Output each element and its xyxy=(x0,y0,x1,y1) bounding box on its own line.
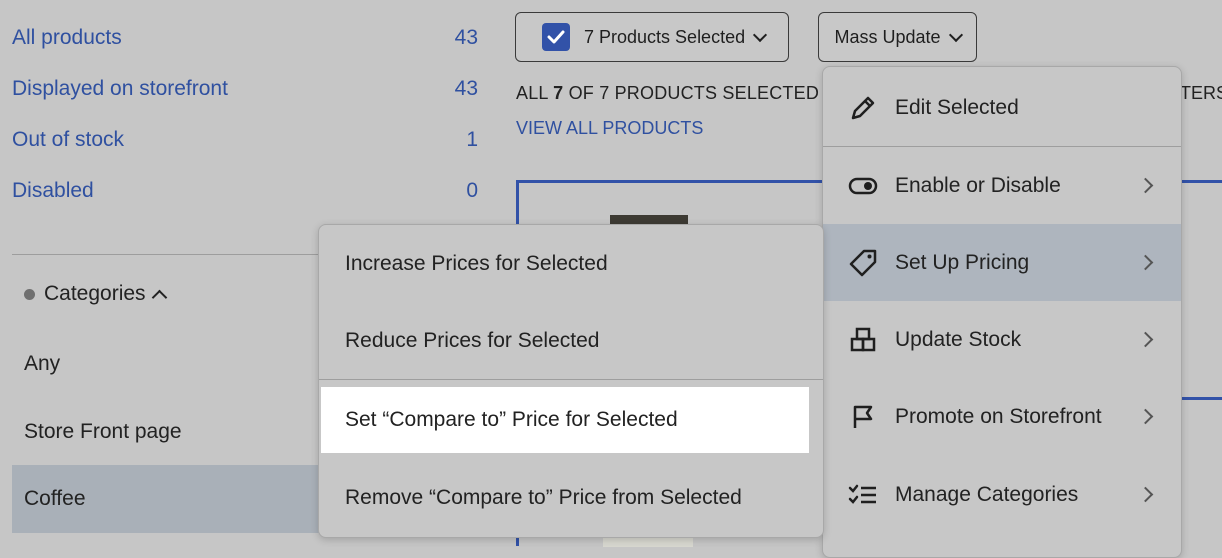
menu-item-manage-categories[interactable]: Manage Categories xyxy=(823,456,1181,533)
toggle-icon xyxy=(847,170,879,202)
filter-count: 43 xyxy=(454,26,478,49)
filter-label: All products xyxy=(12,26,122,49)
boxes-icon xyxy=(847,324,879,356)
submenu-item-reduce-prices[interactable]: Reduce Prices for Selected xyxy=(319,302,823,379)
product-card-border xyxy=(516,180,826,183)
filter-displayed-on-storefront[interactable]: Displayed on storefront 43 xyxy=(12,69,478,109)
product-card-border xyxy=(1180,180,1222,183)
chevron-right-icon xyxy=(1137,331,1154,348)
filter-disabled[interactable]: Disabled 0 xyxy=(12,171,478,211)
menu-item-enable-or-disable[interactable]: Enable or Disable xyxy=(823,147,1181,224)
chevron-down-icon xyxy=(753,27,768,42)
filter-all-products[interactable]: All products 43 xyxy=(12,18,478,58)
chevron-down-icon xyxy=(948,27,963,42)
category-item-store-front-page[interactable]: Store Front page xyxy=(24,420,182,444)
checklist-icon xyxy=(847,479,879,511)
filters-divider xyxy=(12,254,318,255)
products-selected-label: 7 Products Selected xyxy=(584,26,746,47)
chevron-right-icon xyxy=(1137,486,1154,503)
filters-label-fragment: TERS: xyxy=(1180,83,1222,103)
filter-count: 1 xyxy=(466,128,478,151)
filter-label: Disabled xyxy=(12,179,94,202)
submenu-item-label: Increase Prices for Selected xyxy=(345,251,608,275)
product-card-border xyxy=(516,180,519,230)
submenu-divider xyxy=(319,379,823,380)
bullet-icon xyxy=(24,288,35,300)
selection-count: 7 xyxy=(553,83,564,103)
filter-out-of-stock[interactable]: Out of stock 1 xyxy=(12,120,478,160)
menu-item-label: Update Stock xyxy=(895,327,1022,351)
mass-update-button[interactable]: Mass Update xyxy=(818,12,977,62)
submenu-item-label: Remove “Compare to” Price from Selected xyxy=(345,486,742,509)
chevron-right-icon xyxy=(1137,177,1154,194)
products-selected-dropdown[interactable]: 7 Products Selected xyxy=(515,12,789,62)
category-item-any[interactable]: Any xyxy=(24,352,60,376)
filter-label: Displayed on storefront xyxy=(12,77,228,100)
product-card-border xyxy=(1180,397,1222,400)
filter-label: Out of stock xyxy=(12,128,125,151)
filter-count: 0 xyxy=(466,179,478,202)
chevron-up-icon xyxy=(151,289,167,305)
categories-toggle[interactable]: Categories xyxy=(24,282,167,306)
menu-item-label: Enable or Disable xyxy=(895,173,1061,197)
mass-update-menu: Edit Selected Enable or Disable Set Up P… xyxy=(822,66,1182,558)
checkmark-icon xyxy=(547,30,565,44)
view-all-products-link[interactable]: VIEW ALL PRODUCTS xyxy=(516,118,703,139)
pencil-icon xyxy=(847,92,879,124)
submenu-item-label: Reduce Prices for Selected xyxy=(345,328,600,352)
selection-suffix: OF 7 PRODUCTS SELECTED xyxy=(563,83,820,103)
category-item-coffee[interactable]: Coffee xyxy=(24,487,86,511)
menu-item-label: Promote on Storefront xyxy=(895,404,1102,428)
price-tag-icon xyxy=(847,247,879,279)
submenu-item-increase-prices[interactable]: Increase Prices for Selected xyxy=(319,225,823,302)
selection-prefix: ALL xyxy=(516,83,554,103)
select-all-checkbox[interactable] xyxy=(542,23,570,51)
menu-item-label: Manage Categories xyxy=(895,482,1079,506)
menu-item-set-up-pricing[interactable]: Set Up Pricing xyxy=(823,224,1181,301)
chevron-right-icon xyxy=(1137,408,1154,425)
menu-item-promote-on-storefront[interactable]: Promote on Storefront xyxy=(823,378,1181,455)
submenu-item-set-compare-to-price[interactable]: Set “Compare to” Price for Selected xyxy=(319,387,823,453)
submenu-item-label: Set “Compare to” Price for Selected xyxy=(345,408,678,431)
pricing-submenu: Increase Prices for Selected Reduce Pric… xyxy=(318,224,824,538)
flag-icon xyxy=(847,401,879,433)
menu-item-update-stock[interactable]: Update Stock xyxy=(823,301,1181,378)
mass-update-label: Mass Update xyxy=(834,26,941,47)
submenu-item-remove-compare-to-price[interactable]: Remove “Compare to” Price from Selected xyxy=(319,459,823,537)
chevron-right-icon xyxy=(1137,254,1154,271)
categories-heading: Categories xyxy=(44,282,146,305)
menu-item-label: Edit Selected xyxy=(895,95,1019,119)
filter-count: 43 xyxy=(454,77,478,100)
menu-item-edit-selected[interactable]: Edit Selected xyxy=(823,69,1181,146)
menu-item-label: Set Up Pricing xyxy=(895,250,1030,274)
selection-summary: ALL 7 OF 7 PRODUCTS SELECTED xyxy=(516,83,819,104)
